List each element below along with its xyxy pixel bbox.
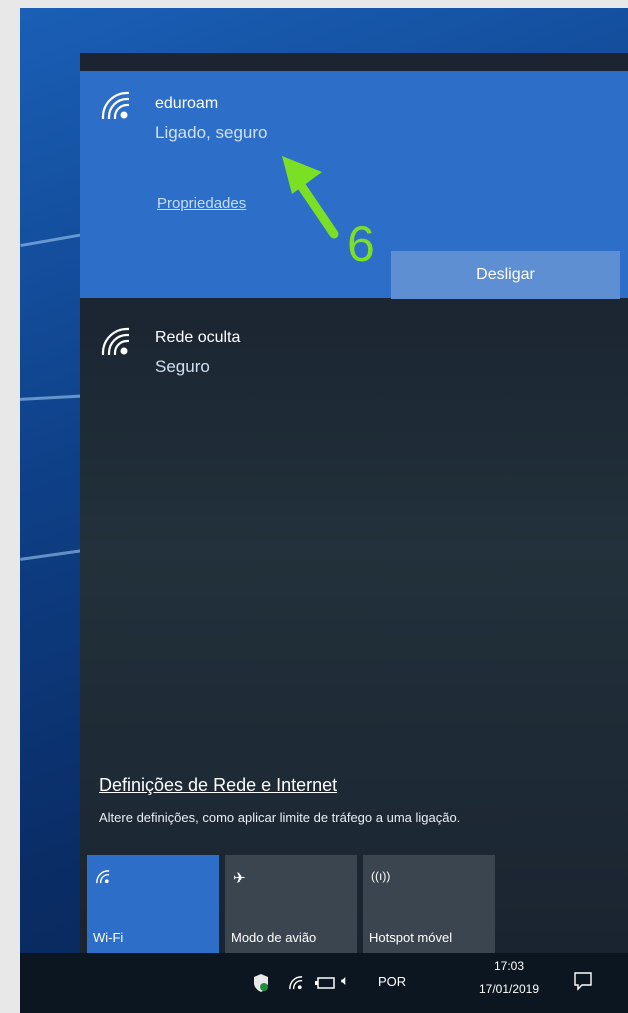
network-settings-description: Altere definições, como aplicar limite d… [99, 810, 461, 825]
network-status: Ligado, seguro [155, 123, 268, 142]
action-center-icon[interactable] [573, 971, 593, 991]
wifi-icon [101, 91, 129, 119]
network-name: eduroam [155, 95, 219, 112]
wifi-icon [101, 327, 129, 355]
airplane-icon: ✈ [233, 870, 246, 887]
quick-action-mobile-hotspot[interactable]: ((ı)) Hotspot móvel [363, 855, 495, 953]
battery-icon[interactable] [314, 975, 336, 991]
flyout-top-edge [80, 53, 628, 71]
quick-action-label: Modo de avião [231, 930, 317, 945]
clock-date[interactable]: 17/01/2019 [464, 982, 554, 996]
disconnect-button[interactable]: Desligar [391, 251, 620, 299]
quick-action-wifi[interactable]: Wi-Fi [87, 855, 219, 953]
network-name: Rede oculta [155, 329, 241, 346]
quick-action-label: Wi-Fi [93, 930, 124, 945]
annotation-step-number: 6 [347, 216, 375, 272]
clock-time[interactable]: 17:03 [464, 959, 554, 973]
quick-action-label: Hotspot móvel [369, 930, 453, 945]
network-status: Seguro [155, 357, 210, 376]
windows-security-icon[interactable] [252, 973, 270, 993]
taskbar: 🔈︎ POR 17:03 17/01/2019 [20, 953, 628, 1013]
wifi-icon [96, 870, 110, 884]
quick-action-airplane-mode[interactable]: ✈ Modo de avião [225, 855, 357, 953]
network-settings-link[interactable]: Definições de Rede e Internet [99, 775, 337, 796]
network-item-hidden[interactable]: Rede oculta Seguro [80, 311, 628, 401]
volume-icon[interactable]: 🔈︎ [341, 972, 349, 989]
hotspot-icon: ((ı)) [371, 869, 391, 883]
wifi-icon[interactable] [288, 975, 304, 991]
language-indicator[interactable]: POR [378, 974, 406, 989]
properties-link[interactable]: Propriedades [157, 195, 246, 212]
